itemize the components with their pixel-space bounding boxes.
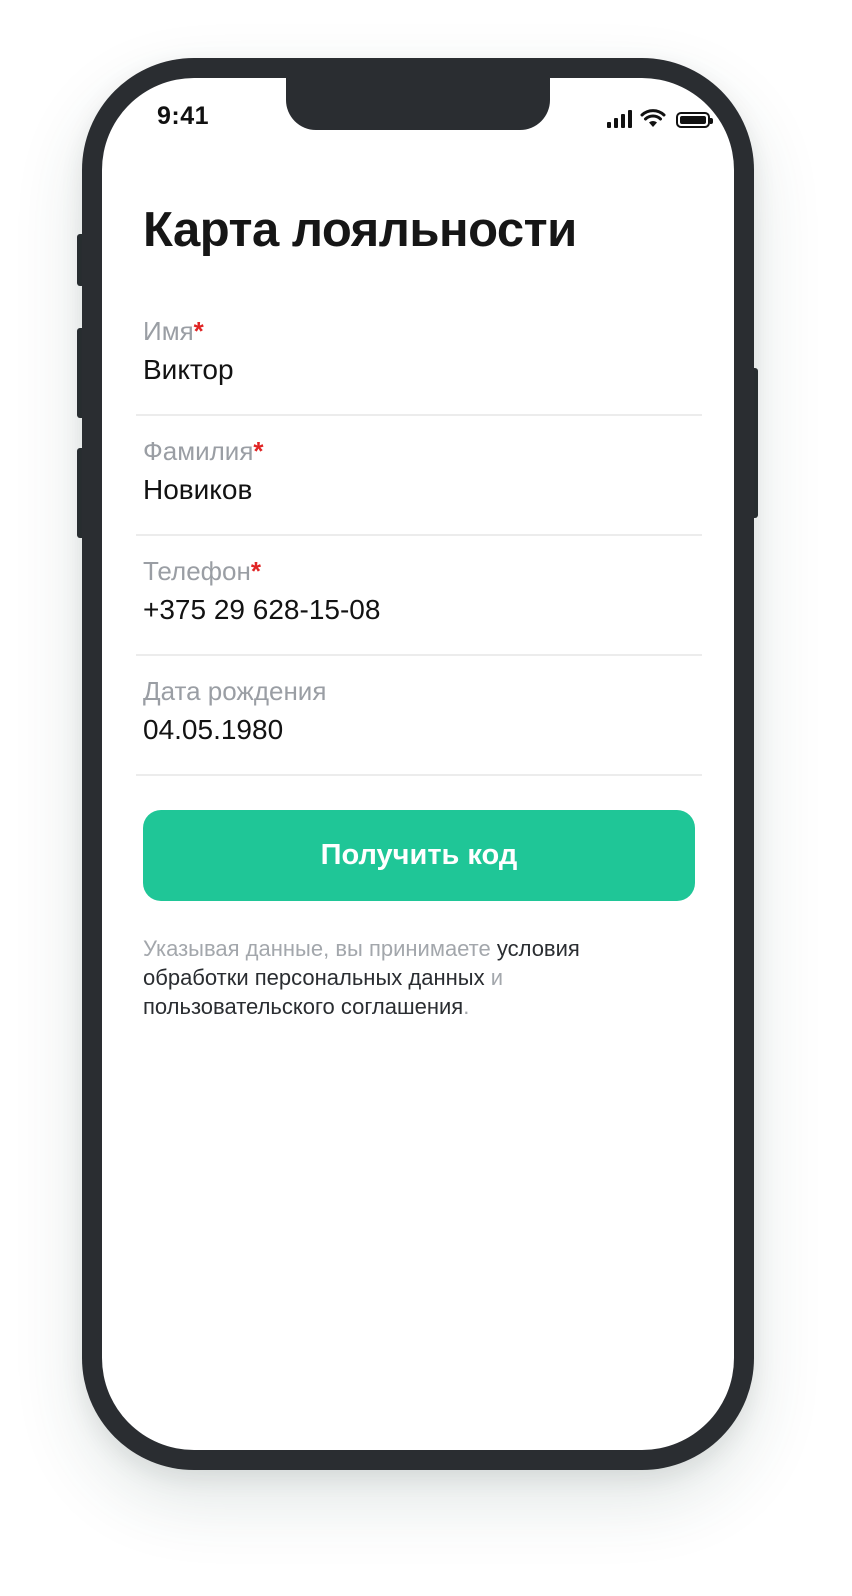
terms-text: Указывая данные, вы принимаете условия о… <box>143 936 580 1019</box>
phone-input[interactable] <box>143 594 683 626</box>
first-name-label: Имя* <box>143 316 204 346</box>
phone-screen: 9:41 Карта лояльности Имя* Фамилия* Теле… <box>102 78 734 1450</box>
wifi-icon <box>640 109 666 127</box>
status-icons <box>607 106 713 128</box>
page-title: Карта лояльности <box>143 203 577 257</box>
stage: 9:41 Карта лояльности Имя* Фамилия* Теле… <box>0 0 852 1596</box>
last-name-field: Фамилия* <box>136 436 702 536</box>
birth-date-input[interactable] <box>143 714 683 746</box>
birth-date-field: Дата рождения <box>136 676 702 776</box>
user-agreement-link[interactable]: пользовательского соглашения <box>143 994 463 1019</box>
last-name-label: Фамилия* <box>143 436 264 466</box>
get-code-button[interactable]: Получить код <box>143 810 695 901</box>
notch <box>286 78 550 130</box>
battery-icon <box>676 112 713 128</box>
last-name-input[interactable] <box>143 474 683 506</box>
required-mark: * <box>250 556 261 586</box>
required-mark: * <box>193 316 204 346</box>
required-mark: * <box>253 436 264 466</box>
phone-label: Телефон* <box>143 556 261 586</box>
cellular-signal-icon <box>607 110 632 128</box>
birth-date-label: Дата рождения <box>143 676 327 706</box>
status-time: 9:41 <box>157 102 210 130</box>
phone-field: Телефон* <box>136 556 702 656</box>
first-name-input[interactable] <box>143 354 683 386</box>
first-name-field: Имя* <box>136 316 702 416</box>
